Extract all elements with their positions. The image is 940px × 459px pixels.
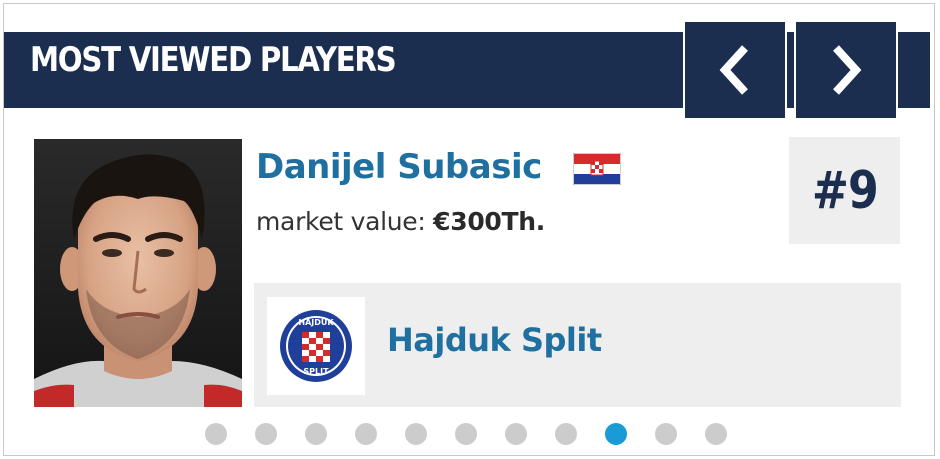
- pagination-dot[interactable]: [355, 423, 377, 445]
- hajduk-crest-icon: HAJDUK SPLIT: [280, 310, 352, 382]
- pagination-dot[interactable]: [305, 423, 327, 445]
- next-button[interactable]: [794, 20, 898, 120]
- pagination-dot[interactable]: [455, 423, 477, 445]
- rank-badge: #9: [789, 137, 900, 244]
- previous-button[interactable]: [683, 20, 787, 120]
- croatia-flag-icon: [573, 153, 621, 185]
- pagination-dot[interactable]: [255, 423, 277, 445]
- pagination-dot[interactable]: [555, 423, 577, 445]
- pagination-dot[interactable]: [605, 423, 627, 445]
- player-name-link[interactable]: Danijel Subasic: [256, 147, 542, 187]
- rank-number: #9: [811, 160, 878, 221]
- club-crest[interactable]: HAJDUK SPLIT: [267, 297, 365, 395]
- market-value-amount: €300Th.: [433, 207, 545, 236]
- pagination-dot[interactable]: [705, 423, 727, 445]
- crest-text-top: HAJDUK: [298, 318, 334, 327]
- market-value: market value: €300Th.: [256, 207, 545, 236]
- pagination-dot[interactable]: [205, 423, 227, 445]
- crest-text-bottom: SPLIT: [303, 367, 329, 376]
- widget-title: MOST VIEWED PLAYERS: [30, 40, 397, 80]
- market-value-label: market value:: [256, 207, 426, 236]
- club-panel[interactable]: HAJDUK SPLIT Hajduk Split: [254, 283, 901, 407]
- carousel-pagination: [205, 423, 727, 445]
- player-photo[interactable]: [34, 139, 242, 407]
- chevron-left-icon: [719, 45, 748, 95]
- pagination-dot[interactable]: [655, 423, 677, 445]
- club-name-link[interactable]: Hajduk Split: [387, 321, 602, 359]
- chevron-right-icon: [833, 45, 862, 95]
- pagination-dot[interactable]: [505, 423, 527, 445]
- pagination-dot[interactable]: [405, 423, 427, 445]
